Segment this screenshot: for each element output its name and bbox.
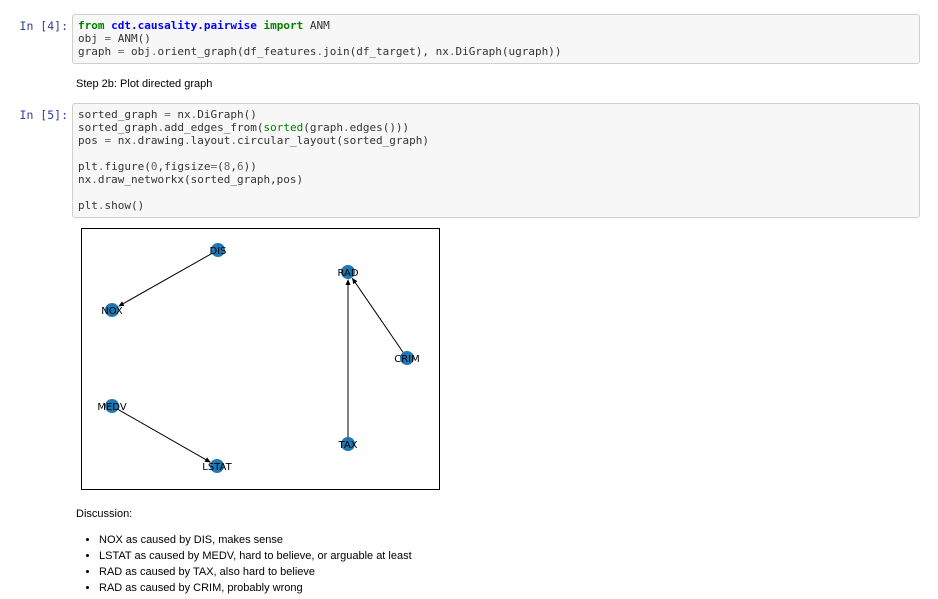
step-heading: Step 2b: Plot directed graph: [76, 78, 213, 90]
code-line: pos = nx.drawing.layout.circular_layout(…: [78, 134, 914, 147]
discussion-list: NOX as caused by DIS, makes senseLSTAT a…: [76, 532, 412, 596]
code-token: show(): [104, 199, 145, 212]
code-token: sorted: [263, 121, 304, 134]
code-token: ,figsize: [157, 160, 211, 173]
code-token: cdt.causality.pairwise: [111, 19, 257, 32]
node-label-lstat: LSTAT: [202, 462, 232, 473]
code-line: sorted_graph = nx.DiGraph(): [78, 108, 914, 121]
code-token: orient_graph(df_features: [157, 45, 317, 58]
code-token: ANM: [303, 19, 330, 32]
discussion-item: NOX as caused by DIS, makes sense: [99, 532, 412, 548]
discussion-item: LSTAT as caused by MEDV, hard to believe…: [99, 548, 412, 564]
code-token: circular_layout(sorted_graph): [236, 134, 430, 147]
code-token: .: [131, 134, 138, 147]
code-token: import: [263, 19, 304, 32]
code-token: ANM(): [111, 32, 151, 45]
node-label-tax: TAX: [337, 440, 357, 451]
code-token: graph: [78, 45, 118, 58]
code-token: (: [217, 160, 224, 173]
code-line: graph = obj.orient_graph(df_features.joi…: [78, 45, 914, 58]
code-token: .: [183, 134, 191, 147]
code-token: .: [97, 199, 105, 212]
cell-prompt-4: In [4]:: [19, 19, 68, 33]
code-token: from: [78, 19, 105, 32]
node-label-crim: CRIM: [394, 354, 420, 365]
code-token: draw_networkx(sorted_graph,pos): [97, 173, 304, 186]
code-token: sorted_graph: [78, 108, 165, 121]
node-label-rad: RAD: [337, 268, 358, 279]
code-token: obj: [124, 45, 151, 58]
code-token: add_edges_from(: [164, 121, 264, 134]
code-cell-4[interactable]: from cdt.causality.pairwise import ANM ob…: [72, 14, 920, 64]
discussion-item: RAD as caused by CRIM, probably wrong: [99, 580, 412, 596]
code-token: edges())): [349, 121, 410, 134]
code-line: sorted_graph. add_edges_from(sorted(graph…: [78, 121, 914, 134]
code-token: DiGraph(): [197, 108, 257, 121]
code-token: nx: [170, 108, 191, 121]
code-token: ,: [230, 160, 237, 173]
code-token: layout: [190, 134, 231, 147]
code-token: DiGraph(ugraph)): [455, 45, 562, 58]
code-token: .: [150, 45, 158, 58]
cell-prompt-5: In [5]:: [19, 108, 68, 122]
code-line: plt.figure(0,figsize=(8,6)): [78, 160, 914, 173]
plot-border: [81, 228, 440, 490]
code-token: sorted_graph: [78, 121, 158, 134]
code-token: pos: [78, 134, 105, 147]
code-line: nx.draw_networkx(sorted_graph,pos): [78, 173, 914, 186]
code-token: .: [97, 160, 105, 173]
code-token: .: [91, 173, 98, 186]
code-line: obj = ANM(): [78, 32, 914, 45]
code-token: .: [448, 45, 456, 58]
code-token: plt: [78, 160, 98, 173]
graph-plot: DIS NOX RAD CRIM MEDV LSTAT TAX: [81, 228, 440, 490]
node-label-nox: NOX: [101, 306, 123, 317]
code-cell-5[interactable]: sorted_graph = nx.DiGraph() sorted_graph.…: [72, 103, 920, 218]
code-token: drawing: [137, 134, 184, 147]
code-token: 6: [236, 160, 244, 173]
node-label-medv: MEDV: [97, 402, 126, 413]
code-line: from cdt.causality.pairwise import ANM: [78, 19, 914, 32]
discussion-title: Discussion:: [76, 508, 133, 520]
code-token: figure(: [104, 160, 151, 173]
code-token: )): [243, 160, 257, 173]
code-token: plt: [78, 199, 98, 212]
code-cell-5-source[interactable]: sorted_graph = nx.DiGraph() sorted_graph.…: [78, 108, 914, 212]
code-token: =: [164, 108, 171, 121]
code-token: (graph: [303, 121, 343, 134]
code-token: .: [342, 121, 350, 134]
code-token: nx: [78, 173, 92, 186]
code-token: .: [230, 134, 237, 147]
code-token: nx: [111, 134, 131, 147]
code-token: join(df_target), nx: [323, 45, 449, 58]
code-line: plt.show(): [78, 199, 914, 212]
node-label-dis: DIS: [210, 246, 227, 257]
code-token: obj: [78, 32, 105, 45]
discussion-item: RAD as caused by TAX, also hard to belie…: [99, 564, 412, 580]
code-cell-4-source[interactable]: from cdt.causality.pairwise import ANM ob…: [78, 19, 914, 58]
